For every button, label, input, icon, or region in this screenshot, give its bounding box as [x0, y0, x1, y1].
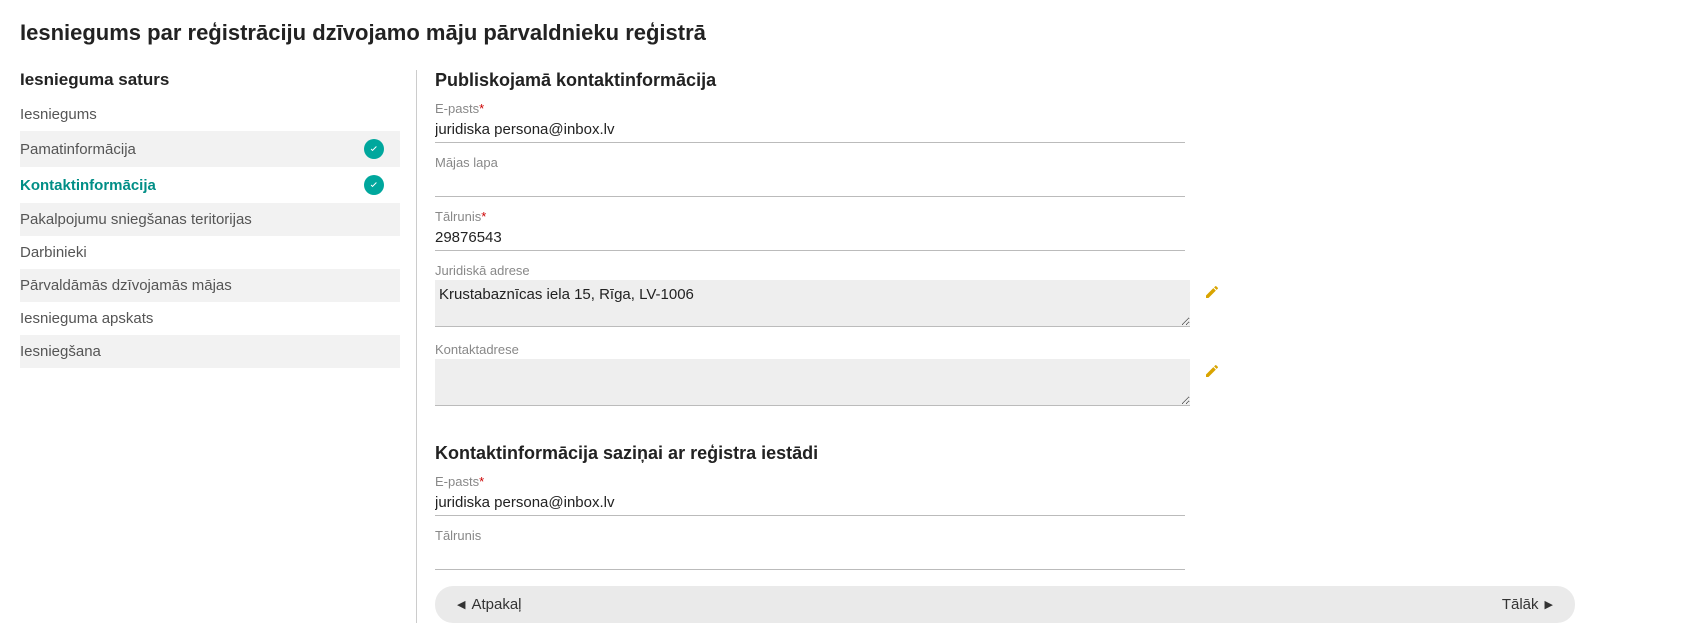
field-registry-email: E-pasts* — [435, 474, 1672, 516]
main-content: Publiskojamā kontaktinformācija E-pasts*… — [435, 70, 1672, 623]
sidebar-heading: Iesnieguma saturs — [20, 70, 400, 90]
back-button[interactable]: ◀ Atpakaļ — [457, 596, 522, 613]
sidebar-item-0[interactable]: Iesniegums — [20, 98, 400, 131]
section-public-heading: Publiskojamā kontaktinformācija — [435, 70, 1672, 91]
field-email: E-pasts* — [435, 101, 1672, 143]
next-button[interactable]: Tālāk ▶ — [1502, 596, 1553, 613]
sidebar-item-label: Iesniegums — [20, 106, 97, 123]
sidebar-item-label: Darbinieki — [20, 244, 87, 261]
homepage-input[interactable] — [435, 172, 1185, 197]
field-phone: Tālrunis* — [435, 209, 1672, 251]
pencil-icon[interactable] — [1204, 363, 1220, 382]
field-legal-address: Juridiskā adrese — [435, 263, 1672, 330]
sidebar-item-label: Iesnieguma apskats — [20, 310, 153, 327]
registry-phone-label: Tālrunis — [435, 528, 1672, 543]
field-homepage: Mājas lapa — [435, 155, 1672, 197]
sidebar-item-label: Kontaktinformācija — [20, 177, 156, 194]
contact-address-input[interactable] — [435, 359, 1190, 406]
required-mark: * — [481, 209, 486, 224]
sidebar: Iesnieguma saturs Iesniegums Pamatinformā… — [20, 70, 410, 623]
registry-email-input[interactable] — [435, 491, 1185, 516]
sidebar-item-2[interactable]: Kontaktinformācija — [20, 167, 400, 203]
sidebar-item-4[interactable]: Darbinieki — [20, 236, 400, 269]
email-input[interactable] — [435, 118, 1185, 143]
sidebar-item-3[interactable]: Pakalpojumu sniegšanas teritorijas — [20, 203, 400, 236]
sidebar-item-1[interactable]: Pamatinformācija — [20, 131, 400, 167]
sidebar-item-7[interactable]: Iesniegšana — [20, 335, 400, 368]
check-icon — [364, 175, 384, 195]
legal-address-label: Juridiskā adrese — [435, 263, 1672, 278]
phone-label: Tālrunis* — [435, 209, 1672, 224]
page-title: Iesniegums par reģistrāciju dzīvojamo mā… — [20, 20, 1672, 46]
check-icon — [364, 139, 384, 159]
field-registry-phone: Tālrunis — [435, 528, 1672, 570]
homepage-label: Mājas lapa — [435, 155, 1672, 170]
legal-address-input[interactable] — [435, 280, 1190, 327]
sidebar-item-label: Pamatinformācija — [20, 141, 136, 158]
email-label: E-pasts* — [435, 101, 1672, 116]
required-mark: * — [479, 474, 484, 489]
required-mark: * — [479, 101, 484, 116]
contact-address-label: Kontaktadrese — [435, 342, 1672, 357]
nav-buttons: ◀ Atpakaļ Tālāk ▶ — [435, 586, 1575, 623]
sidebar-item-5[interactable]: Pārvaldāmās dzīvojamās mājas — [20, 269, 400, 302]
vertical-divider — [416, 70, 417, 623]
registry-email-label: E-pasts* — [435, 474, 1672, 489]
field-contact-address: Kontaktadrese — [435, 342, 1672, 409]
sidebar-item-6[interactable]: Iesnieguma apskats — [20, 302, 400, 335]
layout: Iesnieguma saturs Iesniegums Pamatinformā… — [20, 70, 1672, 623]
sidebar-item-label: Pakalpojumu sniegšanas teritorijas — [20, 211, 252, 228]
sidebar-item-label: Iesniegšana — [20, 343, 101, 360]
registry-phone-input[interactable] — [435, 545, 1185, 570]
sidebar-item-label: Pārvaldāmās dzīvojamās mājas — [20, 277, 232, 294]
phone-input[interactable] — [435, 226, 1185, 251]
chevron-left-icon: ◀ — [457, 598, 465, 611]
pencil-icon[interactable] — [1204, 284, 1220, 303]
chevron-right-icon: ▶ — [1545, 598, 1553, 611]
section-registry-heading: Kontaktinformācija saziņai ar reģistra i… — [435, 443, 1672, 464]
